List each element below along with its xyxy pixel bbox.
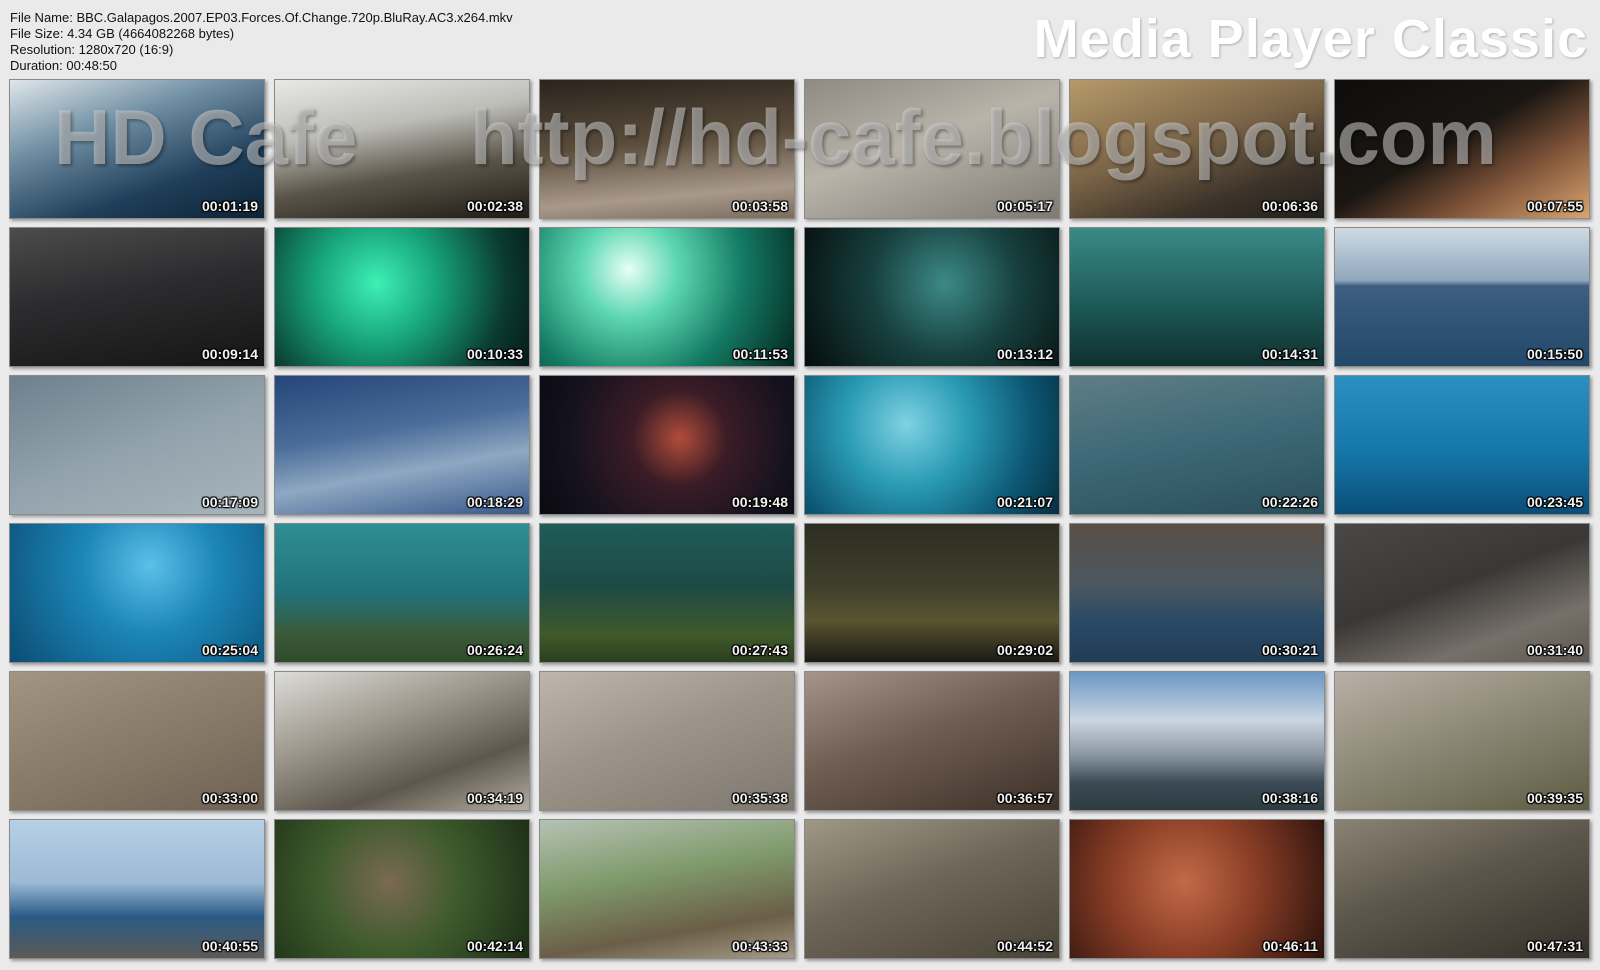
thumbnail[interactable]: 00:25:04 — [9, 523, 265, 663]
thumbnail[interactable]: 00:22:26 — [1069, 375, 1325, 515]
file-name: File Name: BBC.Galapagos.2007.EP03.Force… — [10, 10, 513, 25]
timestamp: 00:39:35 — [1526, 790, 1583, 806]
timestamp: 00:33:00 — [201, 790, 258, 806]
file-info: File Name: BBC.Galapagos.2007.EP03.Force… — [10, 10, 513, 74]
thumbnail[interactable]: 00:05:17 — [804, 79, 1060, 219]
timestamp: 00:10:33 — [466, 346, 523, 362]
timestamp: 00:18:29 — [466, 494, 523, 510]
timestamp: 00:09:14 — [201, 346, 258, 362]
thumbnail[interactable]: 00:43:33 — [539, 819, 795, 959]
thumbnail[interactable]: 00:02:38 — [274, 79, 530, 219]
brand-title: Media Player Classic — [1033, 9, 1588, 69]
thumbnail[interactable]: 00:06:36 — [1069, 79, 1325, 219]
thumbnail[interactable]: 00:10:33 — [274, 227, 530, 367]
timestamp: 00:17:09 — [201, 494, 258, 510]
thumbnail[interactable]: 00:17:09 — [9, 375, 265, 515]
timestamp: 00:30:21 — [1261, 642, 1318, 658]
timestamp: 00:15:50 — [1526, 346, 1583, 362]
timestamp: 00:25:04 — [201, 642, 258, 658]
thumbnail[interactable]: 00:30:21 — [1069, 523, 1325, 663]
timestamp: 00:26:24 — [466, 642, 523, 658]
thumbnail[interactable]: 00:21:07 — [804, 375, 1060, 515]
thumbnail[interactable]: 00:34:19 — [274, 671, 530, 811]
thumbnail[interactable]: 00:29:02 — [804, 523, 1060, 663]
thumbnail[interactable]: 00:07:55 — [1334, 79, 1590, 219]
timestamp: 00:31:40 — [1526, 642, 1583, 658]
file-size: File Size: 4.34 GB (4664082268 bytes) — [10, 26, 235, 41]
thumbnail[interactable]: 00:47:31 — [1334, 819, 1590, 959]
timestamp: 00:36:57 — [996, 790, 1053, 806]
thumbnail[interactable]: 00:18:29 — [274, 375, 530, 515]
timestamp: 00:47:31 — [1526, 938, 1583, 954]
timestamp: 00:21:07 — [996, 494, 1053, 510]
thumbnail[interactable]: 00:15:50 — [1334, 227, 1590, 367]
thumbnail[interactable]: 00:14:31 — [1069, 227, 1325, 367]
timestamp: 00:34:19 — [466, 790, 523, 806]
resolution: Resolution: 1280x720 (16:9) — [10, 42, 174, 57]
thumbnail[interactable]: 00:44:52 — [804, 819, 1060, 959]
thumbnail[interactable]: 00:39:35 — [1334, 671, 1590, 811]
thumbnail[interactable]: 00:01:19 — [9, 79, 265, 219]
thumbnail[interactable]: 00:40:55 — [9, 819, 265, 959]
timestamp: 00:06:36 — [1261, 198, 1318, 214]
timestamp: 00:19:48 — [731, 494, 788, 510]
timestamp: 00:29:02 — [996, 642, 1053, 658]
thumbnail[interactable]: 00:33:00 — [9, 671, 265, 811]
thumbnail[interactable]: 00:03:58 — [539, 79, 795, 219]
thumbnail[interactable]: 00:09:14 — [9, 227, 265, 367]
timestamp: 00:02:38 — [466, 198, 523, 214]
timestamp: 00:07:55 — [1526, 198, 1583, 214]
timestamp: 00:27:43 — [731, 642, 788, 658]
timestamp: 00:40:55 — [201, 938, 258, 954]
timestamp: 00:14:31 — [1261, 346, 1318, 362]
timestamp: 00:46:11 — [1262, 938, 1318, 954]
thumbnail[interactable]: 00:13:12 — [804, 227, 1060, 367]
thumbnail[interactable]: 00:35:38 — [539, 671, 795, 811]
timestamp: 00:44:52 — [996, 938, 1053, 954]
timestamp: 00:11:53 — [732, 346, 788, 362]
thumbnail[interactable]: 00:46:11 — [1069, 819, 1325, 959]
thumbnail-grid: 00:01:19 00:02:38 00:03:58 00:05:17 00:06:36… — [9, 79, 1590, 959]
timestamp: 00:35:38 — [731, 790, 788, 806]
thumbnail[interactable]: 00:19:48 — [539, 375, 795, 515]
timestamp: 00:43:33 — [731, 938, 788, 954]
timestamp: 00:23:45 — [1526, 494, 1583, 510]
thumbnail[interactable]: 00:27:43 — [539, 523, 795, 663]
timestamp: 00:42:14 — [466, 938, 523, 954]
thumbnail[interactable]: 00:26:24 — [274, 523, 530, 663]
thumbnail[interactable]: 00:11:53 — [539, 227, 795, 367]
timestamp: 00:38:16 — [1261, 790, 1318, 806]
thumbnail[interactable]: 00:42:14 — [274, 819, 530, 959]
thumbnail[interactable]: 00:38:16 — [1069, 671, 1325, 811]
thumbnail[interactable]: 00:23:45 — [1334, 375, 1590, 515]
timestamp: 00:13:12 — [996, 346, 1053, 362]
duration: Duration: 00:48:50 — [10, 58, 117, 73]
timestamp: 00:05:17 — [996, 198, 1053, 214]
thumbnail[interactable]: 00:31:40 — [1334, 523, 1590, 663]
timestamp: 00:01:19 — [201, 198, 258, 214]
thumbnail[interactable]: 00:36:57 — [804, 671, 1060, 811]
timestamp: 00:22:26 — [1261, 494, 1318, 510]
timestamp: 00:03:58 — [731, 198, 788, 214]
